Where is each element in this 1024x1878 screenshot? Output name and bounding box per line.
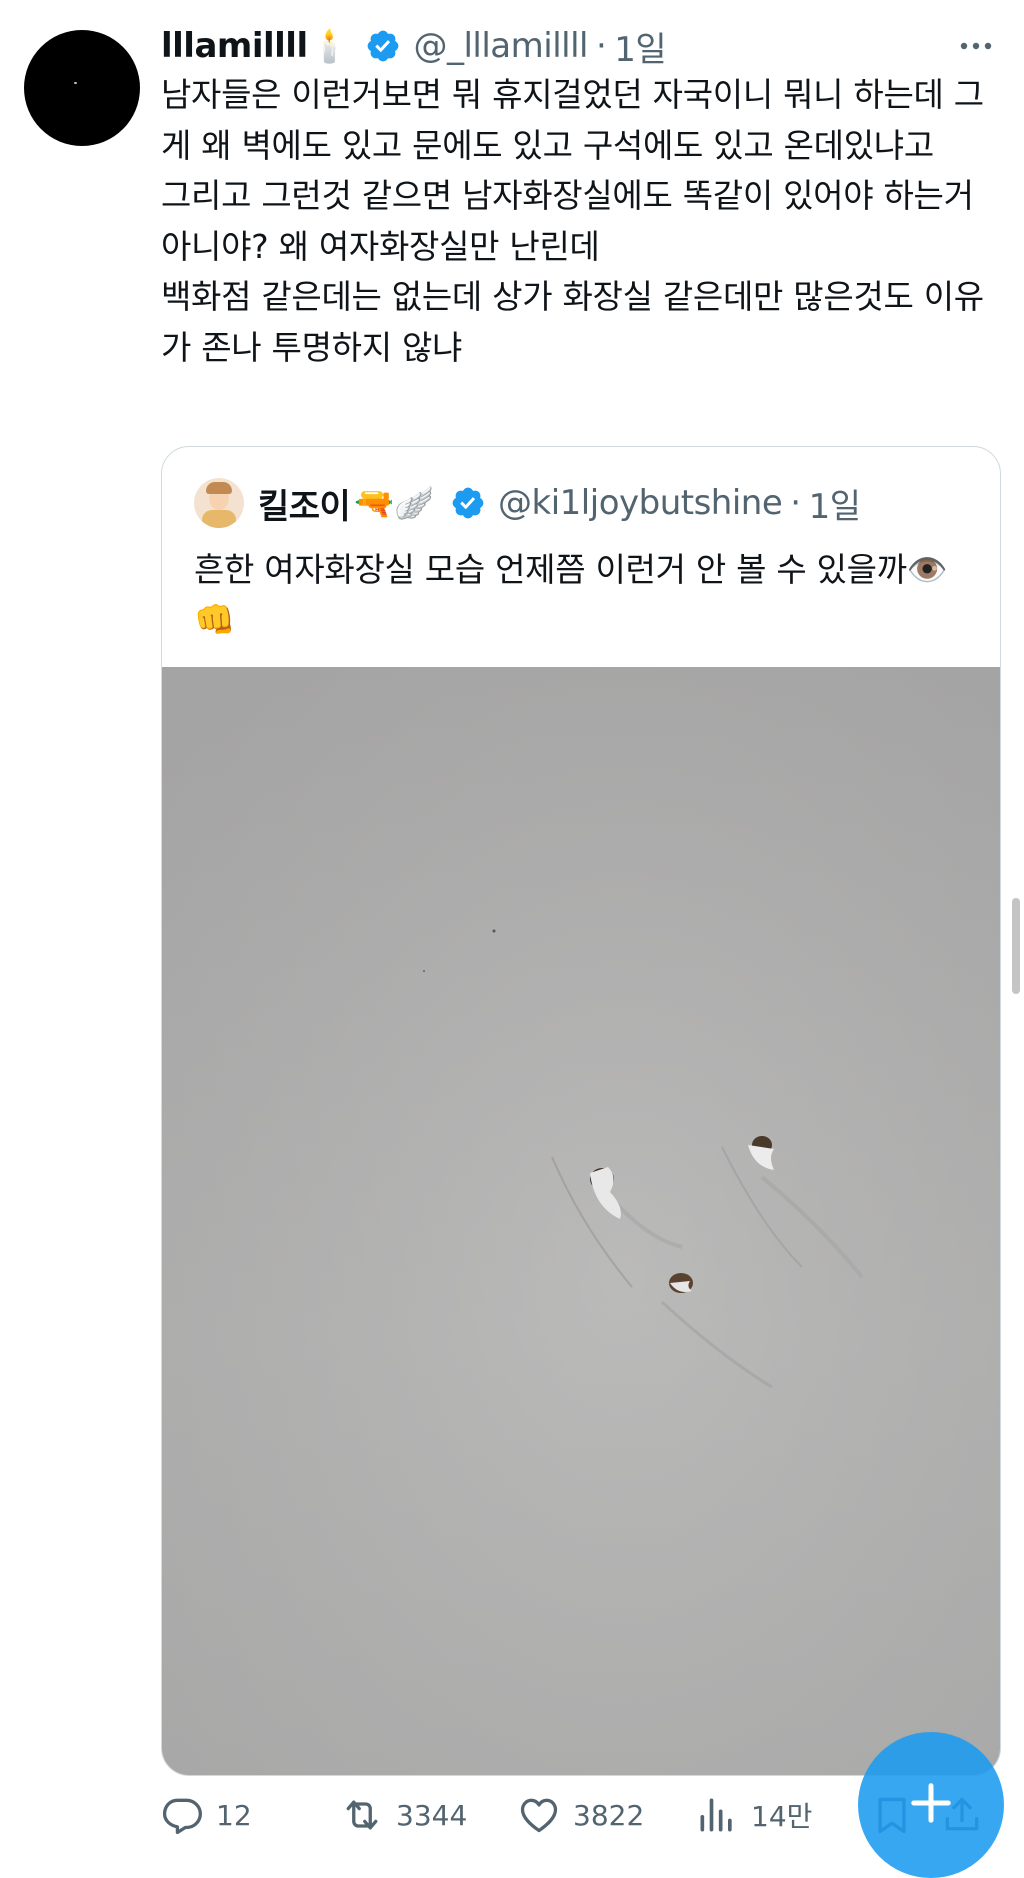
quoted-author-avatar [194,478,244,528]
author-avatar[interactable] [24,30,140,146]
reply-button[interactable]: 12 [160,1790,252,1840]
more-horizontal-icon[interactable] [956,26,996,66]
quoted-display-name: 킬조이 [258,486,351,527]
scrollbar[interactable] [1012,898,1020,994]
like-count: 3822 [573,1798,645,1832]
photo-wall-texture [162,667,1000,1775]
quoted-tweet-card[interactable]: 킬조이 🔫🪽 @ki1ljoybutshine · 1일 흔한 여자화장실 모습… [161,446,1001,1776]
quoted-meta-separator: · [790,483,801,523]
verified-badge-icon [452,487,484,519]
candle-emoji: 🕯️ [309,27,350,65]
tweet-text-line: 백화점 같은데는 없는데 상가 화장실 같은데만 많은것도 이유가 존나 투명하… [161,277,984,367]
retweet-button[interactable]: 3344 [340,1790,467,1840]
tweet-time[interactable]: 1일 [614,22,666,71]
quoted-name-emoji: 🔫🪽 [354,484,435,522]
tweet-text-line: 그리고 그런것 같으면 남자화장실에도 똑같이 있어야 하는거 아니야? 왜 여… [161,176,974,266]
meta-separator: · [595,26,607,66]
plus-icon [911,1783,951,1823]
author-handle[interactable]: @_lllamillll [413,26,588,66]
views-chart-icon [700,1798,732,1832]
quoted-handle: @ki1ljoybutshine [498,483,783,523]
reply-icon [162,1798,202,1835]
views-count: 14만 [751,1800,813,1833]
quoted-tweet-photo[interactable] [162,667,1000,1775]
tweet-text: 남자들은 이런거보면 뭐 휴지걸었던 자국이니 뭐니 하는데 그게 왜 벽에도 … [161,70,1006,373]
quoted-time: 1일 [808,486,861,527]
tweet-header: lllamillll 🕯️ @_lllamillll · 1일 [161,18,1001,74]
reply-count: 12 [216,1798,252,1832]
quoted-tweet-header: 킬조이 🔫🪽 @ki1ljoybutshine · 1일 [194,475,861,531]
retweet-icon [346,1800,378,1830]
tweet-text-line: 남자들은 이런거보면 뭐 휴지걸었던 자국이니 뭐니 하는데 그게 왜 벽에도 … [161,75,984,165]
views-button[interactable]: 14만 [695,1790,812,1840]
quoted-tweet-text: 흔한 여자화장실 모습 언제쯤 이런거 안 볼 수 있을까👁️👊 [194,550,948,639]
verified-badge-icon [368,30,399,62]
compose-button[interactable] [858,1732,1004,1878]
retweet-count: 3344 [396,1798,468,1832]
like-button[interactable]: 3822 [517,1790,644,1840]
heart-icon [520,1798,558,1833]
author-display-name[interactable]: lllamillll [161,26,308,66]
